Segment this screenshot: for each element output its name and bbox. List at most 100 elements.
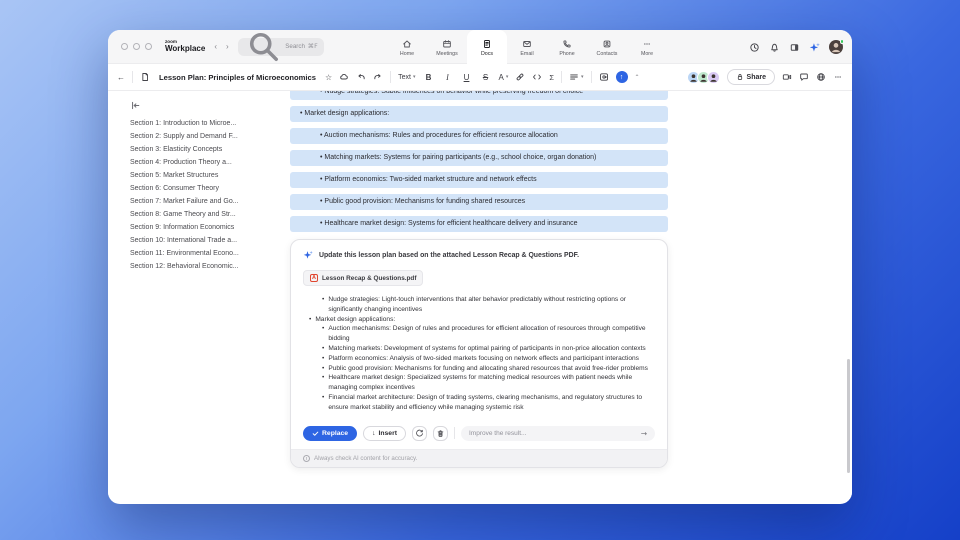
insert-button[interactable]: ↓ Insert [363, 425, 406, 441]
outline-section-item[interactable]: Section 1: Introduction to Microe... [130, 120, 284, 127]
app-nav-tabs: Home Meetings Docs Email Phone Contacts [387, 30, 667, 65]
equation-sigma-icon[interactable]: Σ [549, 73, 554, 82]
notifications-bell-icon[interactable] [769, 42, 780, 53]
text-color-dropdown[interactable]: A ▾ [499, 73, 509, 82]
more-options-icon[interactable] [833, 72, 843, 82]
outline-list: Section 1: Introduction to Microe... Sect… [130, 120, 284, 270]
collaborator-avatars [686, 70, 720, 84]
chat-bubble-icon[interactable] [799, 72, 809, 82]
link-icon[interactable] [515, 72, 525, 82]
outline-section-item[interactable]: Section 3: Elasticity Concepts [130, 146, 284, 153]
outline-section-item[interactable]: Section 9: Information Economics [130, 224, 284, 231]
titlebar: zoom Workplace ‹ › Search ⌘F Home Meetin… [108, 30, 852, 65]
user-avatar[interactable] [829, 39, 844, 54]
regenerate-button[interactable] [412, 425, 427, 441]
replace-button[interactable]: Replace [303, 425, 358, 441]
text-style-dropdown[interactable]: Text ▾ [398, 74, 415, 81]
doc-highlight-row[interactable]: Public good provision: Mechanisms for fu… [290, 194, 668, 210]
ai-suggestion-bullet: Public good provision: Mechanisms for fu… [322, 364, 651, 374]
video-camera-icon[interactable] [782, 72, 792, 82]
down-arrow-icon: ↓ [372, 429, 376, 437]
outline-section-item[interactable]: Section 5: Market Structures [130, 172, 284, 179]
outline-section-item[interactable]: Section 6: Consumer Theory [130, 185, 284, 192]
history-forward-button[interactable]: › [226, 42, 229, 51]
zoom-workplace-logo: zoom Workplace [165, 38, 206, 54]
ai-suggestion-bullet: Healthcare market design: Specialized sy… [322, 373, 651, 393]
outline-section-item[interactable]: Section 2: Supply and Demand F... [130, 133, 284, 140]
align-dropdown[interactable]: ▾ [569, 72, 584, 82]
check-icon [312, 431, 319, 436]
ai-companion-button[interactable]: ↑ [615, 71, 628, 83]
outline-section-item[interactable]: Section 10: International Trade a... [130, 237, 284, 244]
pdf-icon: A [310, 274, 318, 282]
contacts-icon [603, 40, 611, 47]
outline-section-item[interactable]: Section 7: Market Failure and Go... [130, 198, 284, 205]
bold-button[interactable]: B [423, 73, 435, 82]
docs-icon [484, 39, 490, 48]
outline-sidebar: Section 1: Introduction to Microe... Sect… [108, 91, 284, 503]
panel-toggle-icon[interactable] [789, 42, 800, 53]
collapse-toolbar-icon[interactable]: ⌃ [635, 74, 640, 81]
attachment-filename: Lesson Recap & Questions.pdf [322, 274, 417, 282]
document-title: Lesson Plan: Principles of Microeconomic… [159, 72, 316, 82]
italic-button[interactable]: I [442, 73, 454, 82]
outline-section-item[interactable]: Section 12: Behavioral Economic... [130, 263, 284, 270]
zoom-window-button[interactable] [145, 43, 152, 50]
collaborator-avatar[interactable] [706, 70, 720, 84]
redo-icon[interactable] [373, 72, 383, 82]
undo-icon[interactable] [356, 72, 366, 82]
ai-companion-sparkle-icon[interactable] [809, 42, 820, 53]
search-input[interactable]: Search ⌘F [237, 33, 324, 62]
back-button[interactable]: ← [117, 73, 125, 82]
nav-tab-home[interactable]: Home [387, 30, 427, 65]
outline-section-item[interactable]: Section 4: Production Theory a... [130, 159, 284, 166]
doc-highlight-row[interactable]: Market design applications: [290, 106, 668, 122]
outline-section-item[interactable]: Section 11: Environmental Econo... [130, 250, 284, 257]
nav-tab-meetings[interactable]: Meetings [427, 30, 467, 65]
strikethrough-button[interactable]: S [480, 73, 492, 82]
doc-highlight-row[interactable]: Nudge strategies: Subtle influences on b… [290, 91, 668, 100]
minimize-window-button[interactable] [133, 43, 140, 50]
align-lines-icon [570, 74, 578, 80]
trash-icon [437, 429, 444, 437]
submit-arrow-icon[interactable]: → [641, 429, 647, 438]
history-clock-icon[interactable] [749, 42, 760, 53]
doc-highlight-row[interactable]: Matching markets: Systems for pairing pa… [290, 150, 668, 166]
collapse-sidebar-icon[interactable] [130, 100, 142, 112]
search-shortcut: ⌘F [307, 43, 318, 50]
globe-icon[interactable] [816, 72, 826, 82]
ai-companion-card: Update this lesson plan based on the att… [290, 239, 668, 468]
pdf-attachment-chip[interactable]: A Lesson Recap & Questions.pdf [303, 270, 424, 286]
ai-sparkle-icon [303, 250, 313, 259]
online-status-dot [839, 39, 844, 44]
nav-tab-docs[interactable]: Docs [467, 30, 507, 65]
refresh-icon [416, 429, 423, 437]
nav-tab-email[interactable]: Email [507, 30, 547, 65]
app-window: zoom Workplace ‹ › Search ⌘F Home Meetin… [108, 30, 852, 504]
underline-button[interactable]: U [461, 73, 473, 82]
comment-mention-icon[interactable] [599, 72, 609, 82]
nav-tab-contacts[interactable]: Contacts [587, 30, 627, 65]
scrollbar-thumb[interactable] [847, 359, 850, 473]
doc-highlight-row[interactable]: Platform economics: Two-sided market str… [290, 172, 668, 188]
code-icon[interactable] [532, 72, 542, 82]
doc-page-icon[interactable] [140, 72, 150, 82]
doc-highlight-row[interactable]: Healthcare market design: Systems for ef… [290, 216, 668, 232]
doc-highlight-row[interactable]: Auction mechanisms: Rules and procedures… [290, 128, 668, 144]
ai-suggestion-bullet: Nudge strategies: Light-touch interventi… [322, 295, 651, 315]
improve-result-input[interactable]: Improve the result... → [461, 425, 655, 441]
cloud-sync-icon [340, 73, 348, 80]
favorite-star-icon[interactable]: ☆ [325, 73, 332, 82]
nav-tab-more[interactable]: More [627, 30, 667, 65]
nav-tab-phone[interactable]: Phone [547, 30, 587, 65]
ellipsis-icon [644, 42, 650, 45]
ai-suggestion-list: Nudge strategies: Light-touch interventi… [291, 288, 667, 419]
share-button[interactable]: Share [726, 69, 775, 85]
doc-canvas[interactable]: Nudge strategies: Subtle influences on b… [284, 91, 852, 503]
phone-icon [563, 39, 571, 48]
window-controls [121, 43, 152, 50]
history-back-button[interactable]: ‹ [214, 42, 217, 51]
close-window-button[interactable] [121, 43, 128, 50]
outline-section-item[interactable]: Section 8: Game Theory and Str... [130, 211, 284, 218]
discard-button[interactable] [433, 425, 448, 441]
